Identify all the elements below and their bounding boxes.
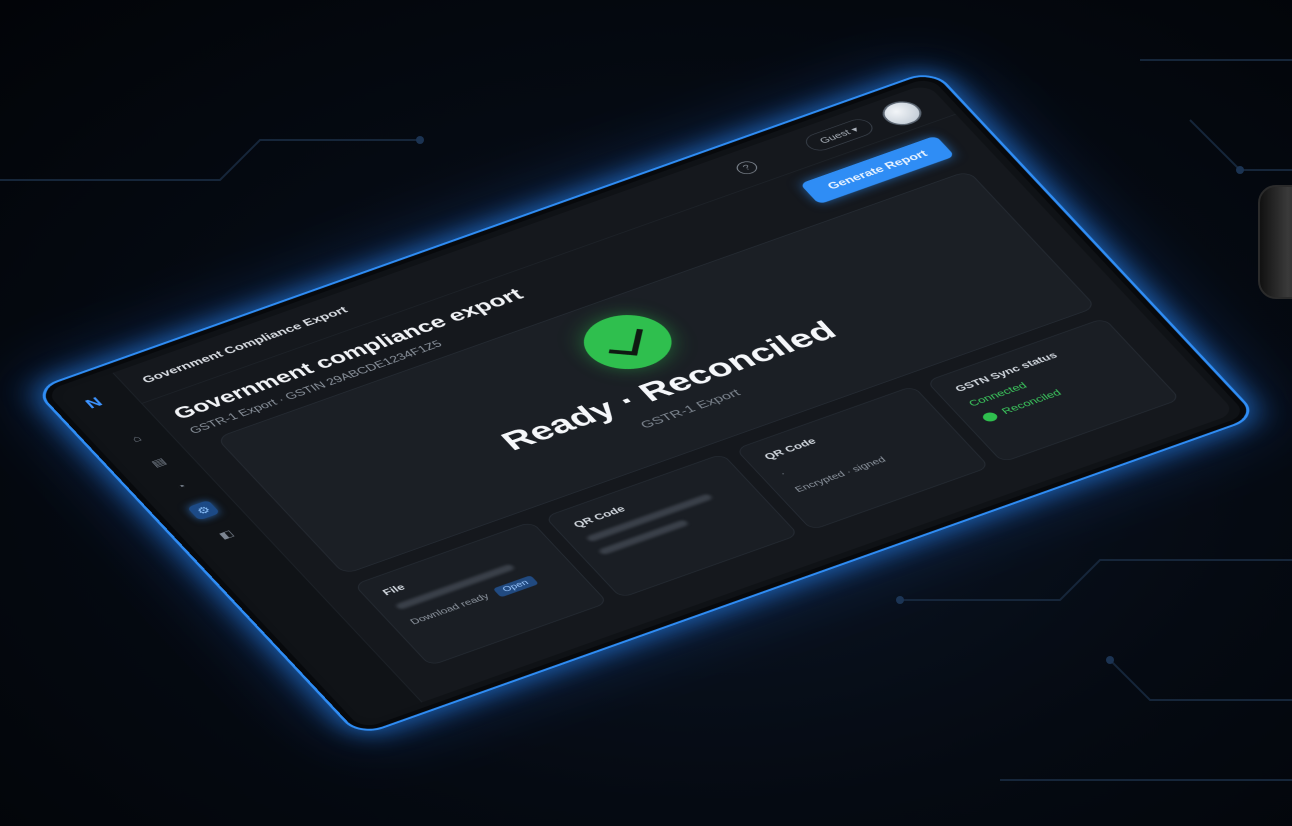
gear-icon[interactable]: ⚙ [186,499,221,521]
document-icon[interactable]: ▤ [142,452,175,473]
archive-icon[interactable]: ◧ [209,524,242,545]
hardware-knob [1258,185,1292,299]
redacted-line [597,519,690,556]
check-mark [608,327,643,356]
home-icon[interactable]: ⌂ [120,428,153,449]
open-link[interactable]: Open [492,575,539,598]
user-menu[interactable]: Guest ▾ [800,116,878,154]
app-logo[interactable]: N [82,396,105,412]
avatar[interactable] [875,97,929,130]
help-circle-icon[interactable]: ? [732,159,761,177]
status-dot-icon [980,410,1000,423]
chart-icon[interactable]: ◔ [164,476,197,497]
check-circle-icon [567,305,688,379]
